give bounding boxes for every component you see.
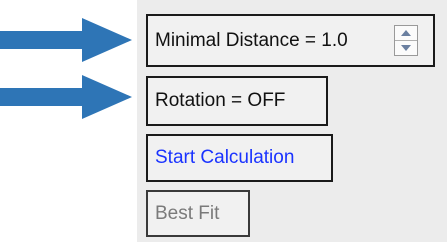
spinner-down-button[interactable]	[395, 41, 417, 55]
rotation-toggle-button[interactable]: Rotation = OFF	[146, 76, 328, 126]
spinner-up-button[interactable]	[395, 26, 417, 41]
best-fit-button[interactable]: Best Fit	[146, 190, 250, 237]
arrow-right-icon	[0, 75, 132, 119]
best-fit-label: Best Fit	[155, 202, 220, 224]
chevron-up-icon	[401, 30, 411, 36]
minimal-distance-spinner[interactable]	[394, 25, 418, 56]
arrow-right-icon	[0, 18, 132, 62]
rotation-label: Rotation = OFF	[155, 90, 286, 111]
minimal-distance-label: Minimal Distance = 1.0	[155, 29, 348, 51]
start-calculation-label: Start Calculation	[155, 147, 295, 168]
minimal-distance-field[interactable]: Minimal Distance = 1.0	[146, 14, 435, 67]
chevron-down-icon	[401, 45, 411, 51]
start-calculation-button[interactable]: Start Calculation	[146, 134, 333, 182]
